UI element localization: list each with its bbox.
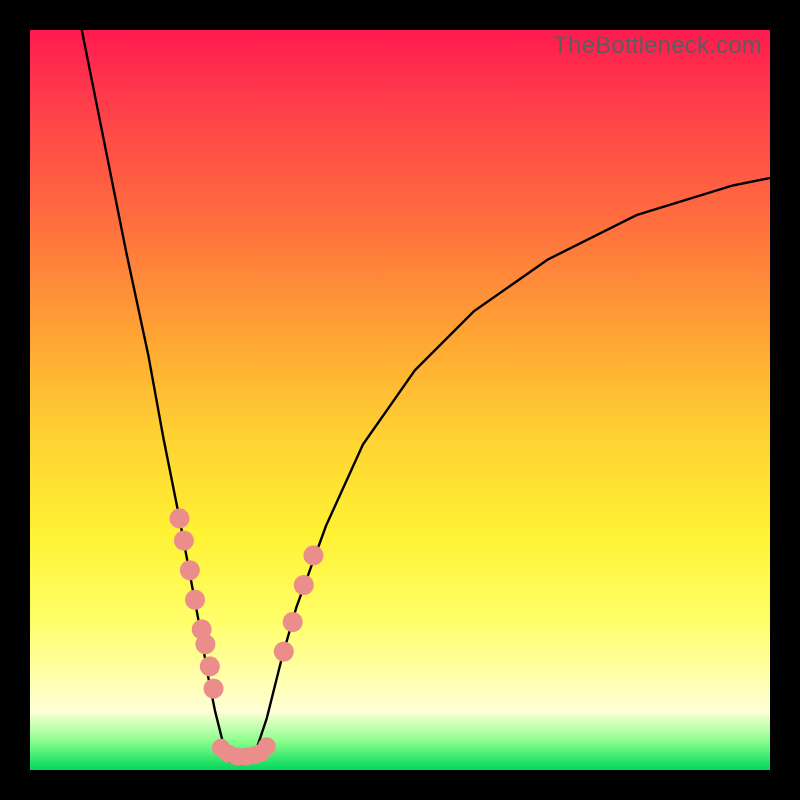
scatter-point: [195, 634, 215, 654]
scatter-point: [180, 560, 200, 580]
scatter-point: [283, 612, 303, 632]
scatter-point: [185, 590, 205, 610]
scatter-point: [174, 531, 194, 551]
scatter-point: [274, 642, 294, 662]
scatter-point: [294, 575, 314, 595]
scatter-point: [200, 656, 220, 676]
scatter-point: [169, 508, 189, 528]
scatter-point: [204, 679, 224, 699]
scatter-point: [258, 737, 276, 755]
plot-area: TheBottleneck.com: [30, 30, 770, 770]
curve-right: [252, 178, 770, 763]
chart-frame: TheBottleneck.com: [0, 0, 800, 800]
chart-svg: [30, 30, 770, 770]
scatter-point: [303, 545, 323, 565]
scatter-dots: [169, 508, 323, 765]
